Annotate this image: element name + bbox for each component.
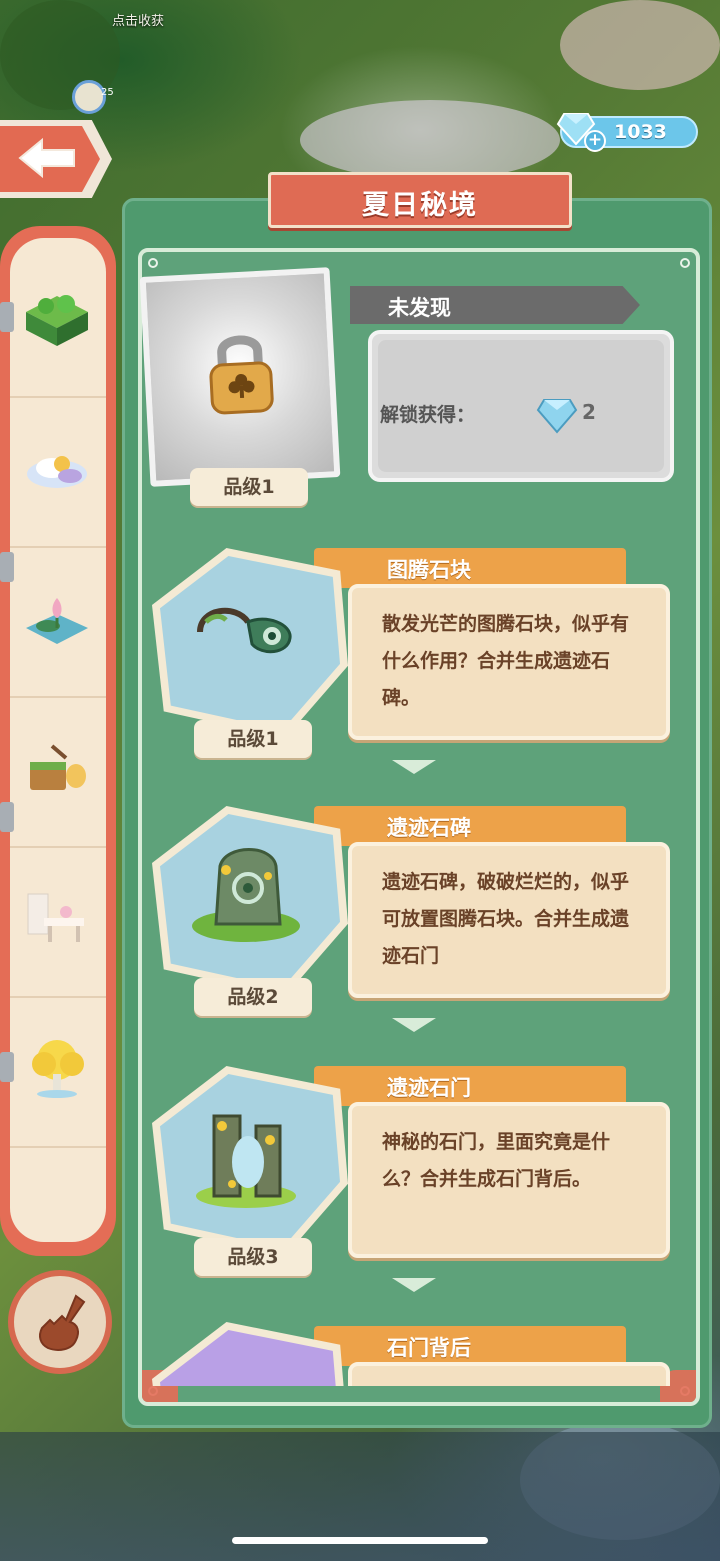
panel-title: 夏日秘境 [362, 190, 478, 221]
item-name: 图腾石块 [387, 558, 471, 582]
diamond-icon [536, 399, 578, 434]
timer-badge: 25 [101, 87, 114, 98]
background-scenery [560, 0, 720, 90]
item-description-box: 遗迹石碑，破破烂烂的，似乎可放置图腾石块。合并生成遗迹石门 [348, 842, 670, 998]
item-description-box: 神秘的石门，里面究竟是什么？合并生成石门背后。 [348, 1102, 670, 1258]
locked-reward-box: 解锁获得： 2 [368, 330, 674, 482]
grade-badge: 品级2 [194, 978, 312, 1016]
item-card-partial[interactable]: 石门背后 [142, 1310, 694, 1386]
home-indicator[interactable] [232, 1537, 488, 1544]
clip-icon [0, 302, 14, 332]
item-description-box [348, 1362, 670, 1386]
grade-badge: 品级1 [190, 468, 308, 506]
corner-dot [148, 258, 158, 268]
background-scenery [300, 100, 560, 180]
ruin-gate-icon [196, 1114, 296, 1208]
gem-count: 1033 [614, 121, 667, 143]
reward-label: 解锁获得： [380, 404, 476, 426]
item-description: 神秘的石门，里面究竟是什么？合并生成石门背后。 [382, 1131, 611, 1190]
corner-dot [680, 258, 690, 268]
locked-status-tab: 未发现 [350, 286, 640, 324]
item-description-box: 散发光芒的图腾石块，似乎有什么作用？合并生成遗迹石碑。 [348, 584, 670, 740]
arrow-left-icon [18, 137, 75, 179]
reward-amount: 2 [582, 400, 596, 424]
category-item[interactable] [10, 1148, 106, 1242]
timer-icon[interactable]: 25 [72, 80, 114, 114]
item-name-tab: 石门背后 [314, 1326, 626, 1366]
ruin-stele-icon [192, 848, 300, 942]
clip-icon [0, 552, 14, 582]
gem-counter[interactable]: + 1033 [556, 113, 698, 152]
item-thumbnail-bg [160, 1330, 340, 1386]
item-description: 遗迹石碑，破破烂烂的，似乎可放置图腾石块。合并生成遗迹石门 [382, 871, 630, 967]
clip-icon [0, 1052, 14, 1082]
item-name-tab: 图腾石块 [314, 548, 626, 588]
category-clip [0, 488, 106, 638]
item-name: 遗迹石门 [387, 1076, 471, 1100]
totem-stone-icon [197, 607, 292, 654]
back-button[interactable] [0, 120, 112, 198]
locked-item-card[interactable] [139, 267, 341, 487]
collect-hint[interactable]: 点击收获 [112, 10, 164, 29]
category-sidebar[interactable] [0, 226, 116, 1256]
add-gems-button[interactable]: + [584, 130, 606, 152]
item-name: 遗迹石碑 [387, 816, 471, 840]
clip-icon [0, 802, 14, 832]
item-name: 石门背后 [387, 1336, 471, 1360]
padlock-icon [209, 335, 274, 415]
chevron-down-icon [392, 1278, 436, 1292]
item-name-tab: 遗迹石门 [314, 1066, 626, 1106]
chevron-down-icon [392, 760, 436, 774]
panel-title-banner: 夏日秘境 [268, 172, 572, 228]
grade-badge: 品级3 [194, 1238, 312, 1276]
category-clip [0, 738, 106, 888]
locked-status: 未发现 [388, 296, 451, 320]
item-description: 散发光芒的图腾石块，似乎有什么作用？合并生成遗迹石碑。 [382, 613, 630, 709]
grade-badge: 品级1 [194, 720, 312, 758]
category-clip [0, 988, 106, 1138]
chevron-down-icon [392, 1018, 436, 1032]
category-clip [0, 238, 106, 388]
hand-pointer-icon [39, 1294, 86, 1351]
hand-pointer-button[interactable] [8, 1270, 112, 1374]
wedding-table-icon [27, 893, 84, 942]
item-name-tab: 遗迹石碑 [314, 806, 626, 846]
